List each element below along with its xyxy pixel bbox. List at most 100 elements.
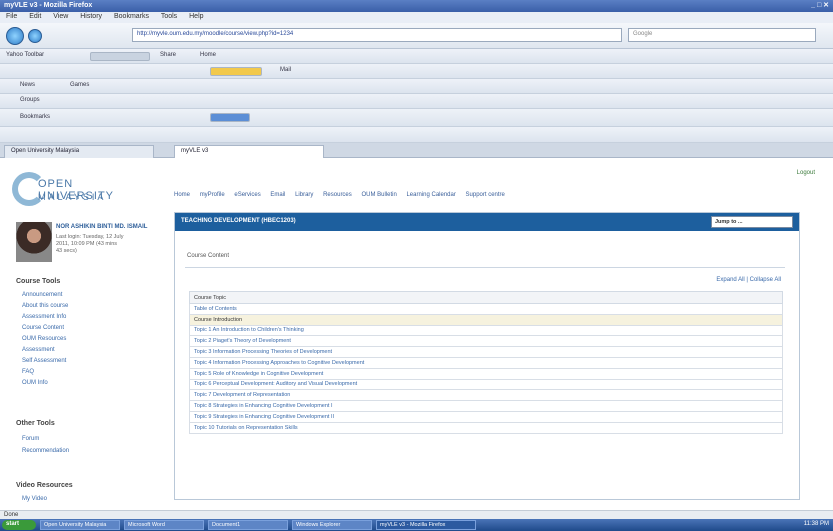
table-header: Course Topic	[189, 291, 783, 304]
menu-help[interactable]: Help	[189, 13, 203, 20]
topic-link[interactable]: Course Introduction	[189, 313, 783, 326]
table-row[interactable]: Topic 7 Development of Representation	[189, 389, 783, 402]
profile-info-2: 2011, 10:09 PM (43 mins	[56, 241, 118, 247]
table-row[interactable]: Topic 1 An Introduction to Children's Th…	[189, 324, 783, 337]
site-nav: Home myProfile eServices Email Library R…	[174, 192, 513, 198]
toolbar-row-4: Groups	[0, 94, 833, 109]
table-row[interactable]: Topic 4 Information Processing Approache…	[189, 356, 783, 369]
taskbar-item[interactable]: Open University Malaysia	[40, 520, 120, 530]
menu-view[interactable]: View	[53, 13, 68, 20]
menu-tools[interactable]: Tools	[161, 13, 177, 20]
nav-eservices[interactable]: eServices	[234, 192, 260, 198]
toolbar-label-share[interactable]: Share	[160, 52, 176, 58]
table-row[interactable]: Topic 5 Role of Knowledge in Cognitive D…	[189, 367, 783, 380]
taskbar-item-active[interactable]: myVLE v3 - Mozilla Firefox	[376, 520, 476, 530]
sidebar-item-self-assessment[interactable]: Self Assessment	[22, 358, 66, 364]
tab-myvle[interactable]: myVLE v3	[174, 145, 324, 158]
status-bar: Done	[0, 510, 833, 519]
topic-link[interactable]: Topic 2 Piaget's Theory of Development	[189, 335, 783, 348]
table-row[interactable]: Topic 10 Tutorials on Representation Ski…	[189, 421, 783, 434]
sidebar-item-oum-info[interactable]: OUM Info	[22, 380, 48, 386]
menu-bookmarks[interactable]: Bookmarks	[114, 13, 149, 20]
sidebar-item-my-video[interactable]: My Video	[22, 496, 47, 502]
topic-link[interactable]: Topic 1 An Introduction to Children's Th…	[189, 324, 783, 337]
toolbar-label-groups[interactable]: Groups	[20, 97, 40, 103]
sidebar-item-announcement[interactable]: Announcement	[22, 292, 62, 298]
table-row[interactable]: Topic 6 Perceptual Development: Auditory…	[189, 378, 783, 391]
course-title: TEACHING DEVELOPMENT (HBEC1203)	[181, 218, 296, 224]
jump-to-select[interactable]: Jump to ...	[711, 216, 793, 228]
taskbar-item[interactable]: Microsoft Word	[124, 520, 204, 530]
profile-info-3: 43 secs)	[56, 248, 77, 254]
toolbar-label-games[interactable]: Games	[70, 82, 89, 88]
sidebar-item-assessment[interactable]: Assessment	[22, 347, 55, 353]
window-controls[interactable]: _ □ ✕	[811, 1, 829, 9]
topic-link[interactable]: Topic 8 Strategies in Enhancing Cognitiv…	[189, 400, 783, 412]
sidebar-item-course-content[interactable]: Course Content	[22, 325, 64, 331]
forward-icon[interactable]	[28, 29, 42, 43]
topic-link[interactable]: Topic 5 Role of Knowledge in Cognitive D…	[189, 367, 783, 380]
sidebar-item-assessment-info[interactable]: Assessment Info	[22, 314, 66, 320]
toolbar-label-mail[interactable]: Mail	[280, 67, 291, 73]
topic-link[interactable]: Topic 10 Tutorials on Representation Ski…	[189, 421, 783, 434]
sidebar-item-recommendation[interactable]: Recommendation	[22, 448, 69, 454]
toolbar-label-bookmarks[interactable]: Bookmarks	[20, 114, 50, 120]
start-button[interactable]: start	[2, 520, 36, 530]
menu-file[interactable]: File	[6, 13, 17, 20]
taskbar-item[interactable]: Windows Explorer	[292, 520, 372, 530]
nav-resources[interactable]: Resources	[323, 192, 352, 198]
toolbar-search-value[interactable]: Yahoo Toolbar	[6, 52, 44, 58]
table-row[interactable]: Topic 8 Strategies in Enhancing Cognitiv…	[189, 400, 783, 412]
table-row[interactable]: Topic 3 Information Processing Theories …	[189, 346, 783, 358]
menu-edit[interactable]: Edit	[29, 13, 41, 20]
nav-bulletin[interactable]: OUM Bulletin	[361, 192, 396, 198]
sidebar-item-forum[interactable]: Forum	[22, 436, 39, 442]
menu-bar: File Edit View History Bookmarks Tools H…	[0, 12, 833, 23]
profile-name[interactable]: NOR ASHIKIN BINTI MD. ISMAIL	[56, 224, 147, 230]
menu-history[interactable]: History	[80, 13, 102, 20]
avatar[interactable]	[16, 222, 52, 262]
search-input[interactable]: Google	[628, 28, 816, 42]
logout-link[interactable]: Logout	[797, 170, 815, 176]
window-titlebar: myVLE v3 - Mozilla Firefox _ □ ✕	[0, 0, 833, 12]
table-row[interactable]: Table of Contents	[189, 303, 783, 315]
table-row[interactable]: Topic 2 Piaget's Theory of Development	[189, 335, 783, 348]
topic-link[interactable]: Topic 3 Information Processing Theories …	[189, 346, 783, 358]
toolbar-label-home[interactable]: Home	[200, 52, 216, 58]
toolbar-label-news[interactable]: News	[20, 82, 35, 88]
topic-link[interactable]: Topic 9 Strategies in Enhancing Cognitiv…	[189, 410, 783, 423]
topic-link[interactable]: Table of Contents	[189, 303, 783, 315]
nav-support[interactable]: Support centre	[466, 192, 505, 198]
sidebar-item-faq[interactable]: FAQ	[22, 369, 34, 375]
sidebar-item-oum-resources[interactable]: OUM Resources	[22, 336, 66, 342]
sidebar-item-about[interactable]: About this course	[22, 303, 68, 309]
course-tools-heading: Course Tools	[16, 278, 61, 285]
breadcrumb: Course Content	[187, 253, 230, 259]
course-title-bar: TEACHING DEVELOPMENT (HBEC1203) Jump to …	[175, 213, 799, 231]
topic-link[interactable]: Topic 6 Perceptual Development: Auditory…	[189, 378, 783, 391]
address-bar[interactable]: http://myvle.oum.edu.my/moodle/course/vi…	[132, 28, 622, 42]
oum-logo[interactable]: OPEN UNIVERSITY MALAYSIA	[12, 170, 152, 212]
table-row[interactable]: Topic 9 Strategies in Enhancing Cognitiv…	[189, 410, 783, 423]
taskbar: start Open University Malaysia Microsoft…	[0, 519, 833, 531]
nav-email[interactable]: Email	[270, 192, 285, 198]
toolbar-row-6	[0, 127, 833, 143]
toolbar-highlight-button[interactable]	[210, 67, 262, 76]
other-tools-heading: Other Tools	[16, 420, 55, 427]
table-row[interactable]: Course Introduction	[189, 313, 783, 326]
back-icon[interactable]	[6, 27, 24, 45]
tab-oum[interactable]: Open University Malaysia	[4, 145, 154, 158]
topic-link[interactable]: Topic 7 Development of Representation	[189, 389, 783, 402]
nav-home[interactable]: Home	[174, 192, 190, 198]
taskbar-item[interactable]: Document1	[208, 520, 288, 530]
topic-link[interactable]: Topic 4 Information Processing Approache…	[189, 356, 783, 369]
nav-library[interactable]: Library	[295, 192, 313, 198]
course-topic-table: Course Topic Table of Contents Course Int…	[189, 291, 783, 434]
expand-collapse-links[interactable]: Expand All | Collapse All	[716, 277, 781, 283]
nav-calendar[interactable]: Learning Calendar	[406, 192, 455, 198]
browser-tabs: Open University Malaysia myVLE v3	[0, 143, 833, 158]
toolbar-button[interactable]	[90, 52, 150, 61]
toolbar-search-button[interactable]	[210, 113, 250, 122]
yahoo-toolbar: Yahoo Toolbar Share Home	[0, 49, 833, 64]
nav-myprofile[interactable]: myProfile	[200, 192, 225, 198]
